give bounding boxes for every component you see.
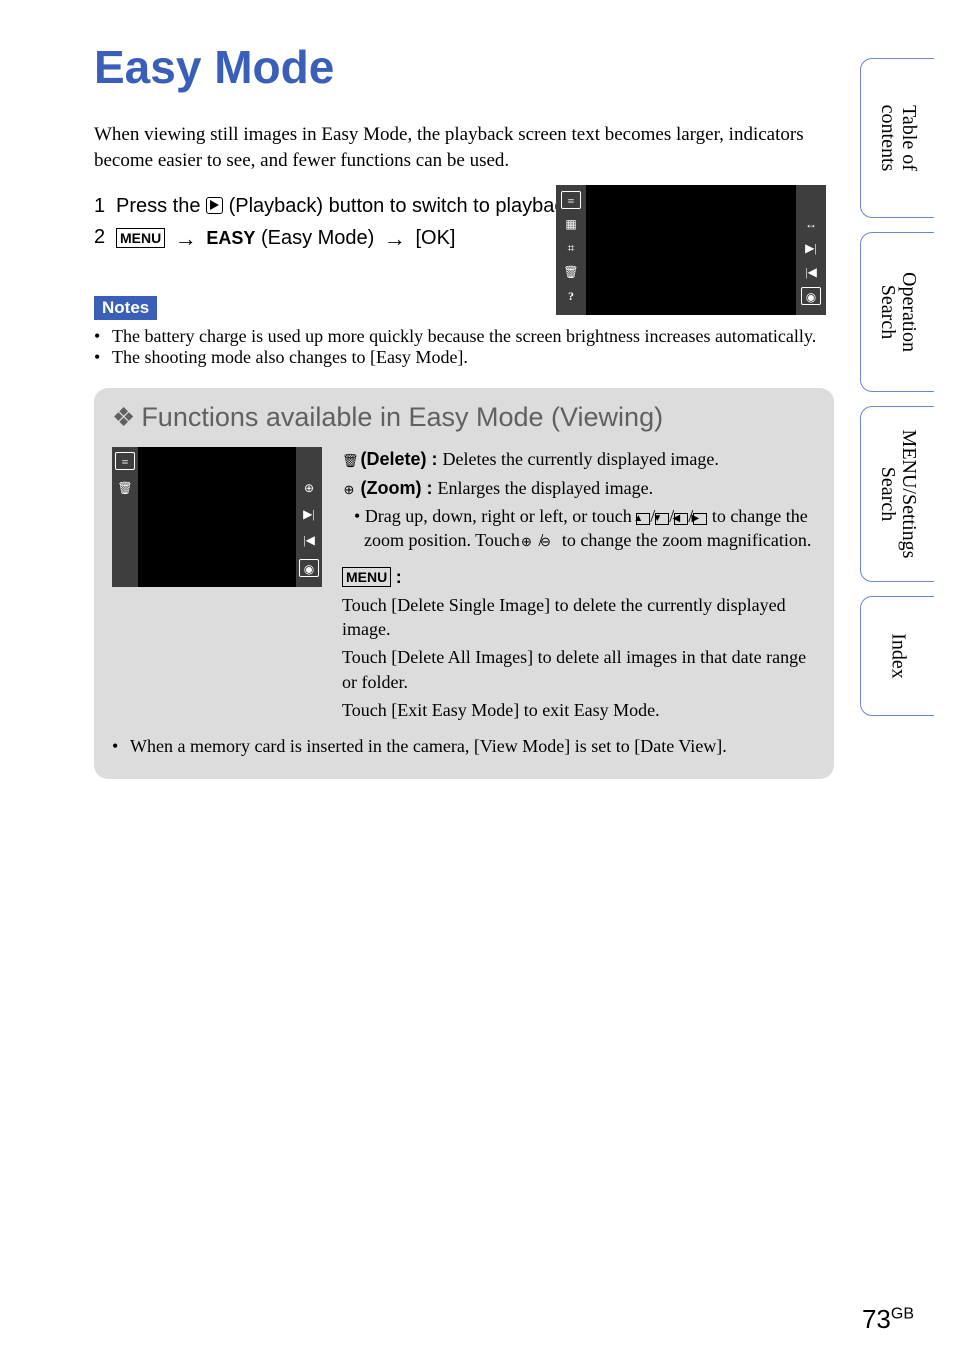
playback-screen-preview: ≡ ▦ ⌗ 🗑 ? ↔ ▶| |◀ ◉ [556,185,826,315]
menu-line: Touch [Delete Single Image] to delete th… [342,593,816,642]
left-arrow-key-icon: ◀ [674,513,688,525]
arrow-icon: → [171,226,201,251]
delete-function-row: 🗑 (Delete) : Deletes the currently displ… [342,447,816,471]
next-icon: ▶| [299,505,319,523]
bullet-dot: • [112,736,130,757]
menu-function-row: MENU : [342,565,402,589]
sidetab-label: OperationSearch [877,272,919,352]
page-title: Easy Mode [94,40,834,94]
zoom-text: Enlarges the displayed image. [437,478,653,498]
screen-right-strip: ↔ ▶| |◀ ◉ [796,185,826,315]
menu-icon: MENU [342,567,391,587]
menu-colon: : [396,567,402,587]
page-number-value: 73 [862,1304,891,1334]
main-column: Easy Mode When viewing still images in E… [94,40,834,779]
tip-bottom-note: • When a memory card is inserted in the … [112,736,816,757]
arrow-icon: → [380,226,410,251]
wide-zoom-icon: ⌗ [561,239,581,257]
menu-line: Touch [Exit Easy Mode] to exit Easy Mode… [342,698,816,722]
page-number-suffix: GB [891,1305,914,1322]
sidetab-index[interactable]: Index [860,596,934,716]
tip-title-text: Functions available in Easy Mode (Viewin… [141,402,663,433]
tip-body: ≡ 🗑 ⊕ ▶| |◀ ◉ 🗑 (Delete) : Deletes the [112,447,816,726]
sidetab-menu-settings-search[interactable]: MENU/SettingsSearch [860,406,934,582]
menu-icon: ≡ [561,191,581,209]
menu-icon: ≡ [115,452,135,470]
zoom-sub-text-a: Drag up, down, right or left, or touch [365,506,636,526]
help-icon: ? [561,287,581,305]
menu-icon: MENU [116,228,165,248]
screen-left-strip: ≡ 🗑 [112,447,138,587]
page-number: 73GB [862,1304,914,1335]
sidetab-table-of-contents[interactable]: Table ofcontents [860,58,934,218]
sidetab-operation-search[interactable]: OperationSearch [860,232,934,392]
playback-icon [206,197,223,214]
notes-heading: Notes [94,296,157,320]
prev-icon: |◀ [801,263,821,281]
step-number: 2 [94,222,116,256]
step-text-prefix: Press the [116,195,206,217]
sidetab-label: Table ofcontents [877,105,919,172]
sidetab-label: MENU/SettingsSearch [877,430,919,559]
trash-icon: 🗑 [115,479,135,497]
tip-bottom-text: When a memory card is inserted in the ca… [130,736,727,757]
camera-icon: ◉ [299,559,319,577]
bullet-dot: • [94,326,112,347]
step-number: 1 [94,191,116,222]
next-icon: ▶| [801,239,821,257]
down-arrow-key-icon: ▼ [655,513,669,525]
menu-line: Touch [Delete All Images] to delete all … [342,645,816,694]
step-text-tail1: (Easy Mode) [261,227,380,249]
expand-icon: ↔ [801,215,821,233]
zoom-sub-row: • Drag up, down, right or left, or touch… [342,504,816,553]
note-item: • The shooting mode also changes to [Eas… [94,347,834,368]
delete-label: (Delete) : [361,449,443,469]
zoom-label: (Zoom) : [361,478,438,498]
bullet-dot: • [94,347,112,368]
trash-icon: 🗑 [561,263,581,281]
camera-icon: ◉ [801,287,821,305]
note-item: • The battery charge is used up more qui… [94,326,834,347]
note-text: The shooting mode also changes to [Easy … [112,347,468,368]
zoom-in-icon: ⊕ [524,535,538,549]
intro-paragraph: When viewing still images in Easy Mode, … [94,122,834,173]
step-text-tail2: [OK] [415,227,455,249]
easy-mode-screen-preview: ≡ 🗑 ⊕ ▶| |◀ ◉ [112,447,322,587]
notes-list: • The battery charge is used up more qui… [94,326,834,368]
easy-label: EASY [206,228,255,248]
trash-icon: 🗑 [342,454,356,468]
prev-icon: |◀ [299,531,319,549]
note-text: The battery charge is used up more quick… [112,326,816,347]
screen-left-strip: ≡ ▦ ⌗ 🗑 ? [556,185,586,315]
tip-panel: ❖ Functions available in Easy Mode (View… [94,388,834,779]
zoom-out-icon: ⊖ [543,535,557,549]
screen-right-strip: ⊕ ▶| |◀ ◉ [296,447,322,587]
calendar-icon: ▦ [561,215,581,233]
zoom-function-row: ⊕ (Zoom) : Enlarges the displayed image. [342,476,816,500]
zoom-sub-text-c: to change the zoom magnification. [562,530,811,550]
right-arrow-key-icon: ▶ [693,513,707,525]
zoom-in-icon: ⊕ [342,483,356,497]
delete-text: Deletes the currently displayed image. [443,449,719,469]
lightbulb-icon: ❖ [112,402,135,433]
sidetab-label: Index [887,633,908,679]
tip-title: ❖ Functions available in Easy Mode (View… [112,402,816,433]
up-arrow-key-icon: ▲ [636,513,650,525]
tip-text-column: 🗑 (Delete) : Deletes the currently displ… [342,447,816,726]
page-root: Easy Mode When viewing still images in E… [0,0,954,1369]
zoom-in-icon: ⊕ [299,479,319,497]
